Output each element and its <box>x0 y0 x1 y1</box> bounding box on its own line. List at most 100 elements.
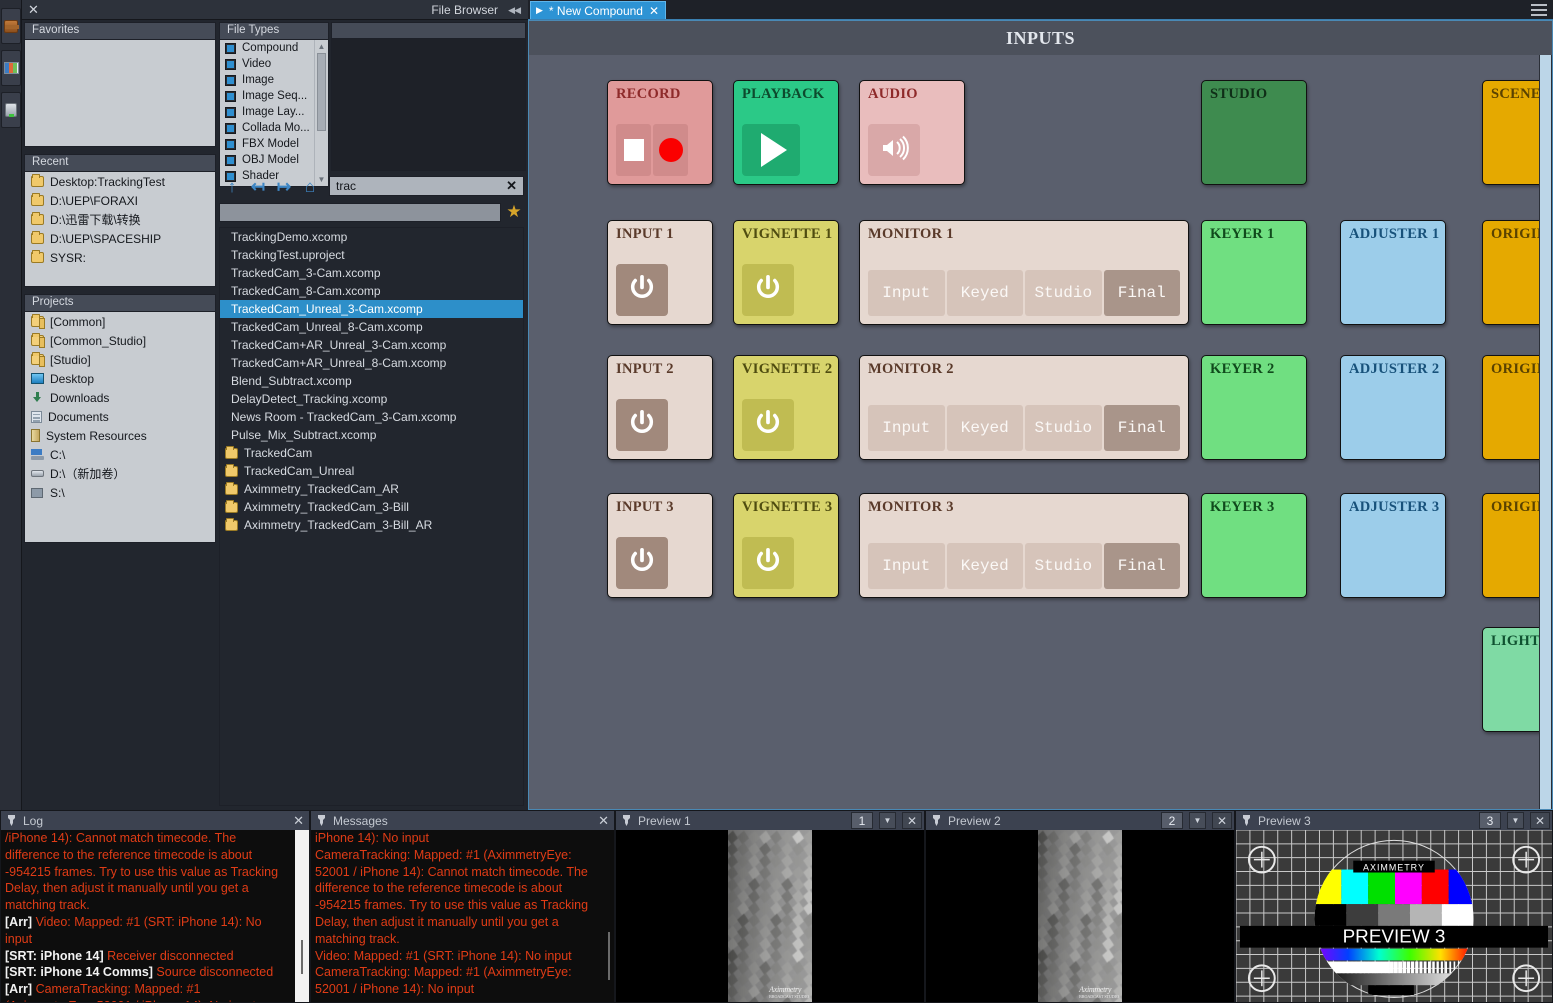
checkbox-icon[interactable] <box>225 122 236 134</box>
project-item[interactable]: Downloads <box>25 388 215 407</box>
file-row[interactable]: TrackedCam_Unreal_3-Cam.xcomp <box>220 300 523 318</box>
recent-item[interactable]: D:\迅雷下载\转换 <box>25 210 215 229</box>
file-type-item[interactable]: Image Seq... <box>220 88 314 104</box>
block-studio[interactable]: STUDIO <box>1201 80 1307 185</box>
block-audio[interactable]: AUDIO <box>859 80 965 185</box>
block-monitor3[interactable]: MONITOR 3 Input Keyed Studio Final <box>859 493 1189 598</box>
pin-icon[interactable] <box>316 814 327 827</box>
chevron-down-icon[interactable]: ▼ <box>879 812 896 829</box>
scroll-up-icon[interactable]: ▲ <box>315 40 328 53</box>
project-item[interactable]: D:\（新加卷） <box>25 464 215 483</box>
canvas-scrollbar[interactable] <box>1539 55 1552 809</box>
block-keyer3[interactable]: KEYER 3 <box>1201 493 1307 598</box>
file-type-item[interactable]: Video <box>220 56 314 72</box>
folder-row[interactable]: TrackedCam_Unreal <box>220 462 523 480</box>
file-row[interactable]: Pulse_Mix_Subtract.xcomp <box>220 426 523 444</box>
recent-item[interactable]: D:\UEP\SPACESHIP <box>25 229 215 248</box>
file-types-list[interactable]: Compound Video Image Image Seq... Image Lay.… <box>219 39 329 187</box>
checkbox-icon[interactable] <box>225 154 236 166</box>
scrollbar-thumb[interactable] <box>1540 55 1551 809</box>
file-type-item[interactable]: OBJ Model <box>220 152 314 168</box>
pin-icon[interactable] <box>931 814 942 827</box>
file-row[interactable]: Blend_Subtract.xcomp <box>220 372 523 390</box>
tab-new-compound[interactable]: ▶ * New Compound ✕ <box>530 1 667 19</box>
panels-icon-button[interactable] <box>1 50 21 86</box>
block-keyer1[interactable]: KEYER 1 <box>1201 220 1307 325</box>
checkbox-icon[interactable] <box>225 106 236 118</box>
recent-item[interactable]: D:\UEP\FORAXI <box>25 191 215 210</box>
checkbox-icon[interactable] <box>225 58 236 70</box>
file-type-item[interactable]: Compound <box>220 40 314 56</box>
power-button[interactable] <box>616 537 668 589</box>
checkbox-icon[interactable] <box>225 138 236 150</box>
monitor-button-studio[interactable]: Studio <box>1025 543 1102 589</box>
collapse-icon[interactable]: ◀◀ <box>508 5 521 16</box>
monitor-button-input[interactable]: Input <box>868 543 945 589</box>
power-button[interactable] <box>616 264 668 316</box>
monitor-button-keyed[interactable]: Keyed <box>946 405 1023 451</box>
block-vignette3[interactable]: VIGNETTE 3 <box>733 493 839 598</box>
favorite-path-input[interactable] <box>219 203 501 222</box>
power-button[interactable] <box>616 399 668 451</box>
close-icon[interactable]: ✕ <box>902 812 922 829</box>
close-icon[interactable]: ✕ <box>1530 812 1550 829</box>
chevron-down-icon[interactable]: ▼ <box>1189 812 1206 829</box>
file-type-item[interactable]: Collada Mo... <box>220 120 314 136</box>
scrollbar-thumb[interactable] <box>317 53 326 131</box>
block-input1[interactable]: INPUT 1 <box>607 220 713 325</box>
clear-icon[interactable]: ✕ <box>506 178 517 194</box>
preview-2-viewport[interactable]: Aximmetry BROADCAST STUDIO <box>926 830 1234 1002</box>
package-icon-button[interactable] <box>1 8 21 44</box>
monitor-button-studio[interactable]: Studio <box>1025 270 1102 316</box>
monitor-button-final[interactable]: Final <box>1103 543 1180 589</box>
file-list[interactable]: TrackingDemo.xcomp TrackingTest.uproject T… <box>219 227 524 806</box>
arrow-forward-icon[interactable]: ↦ <box>271 175 297 199</box>
audio-button[interactable] <box>868 124 920 176</box>
project-item[interactable]: [Common] <box>25 312 215 331</box>
monitor-button-keyed[interactable]: Keyed <box>946 270 1023 316</box>
close-icon[interactable]: ✕ <box>28 3 39 17</box>
search-input[interactable]: trac ✕ <box>329 176 524 196</box>
file-types-scrollbar[interactable]: ▲ ▼ <box>314 40 328 186</box>
arrow-up-icon[interactable]: ↑ <box>219 175 245 199</box>
block-input3[interactable]: INPUT 3 <box>607 493 713 598</box>
play-button[interactable] <box>742 124 800 176</box>
project-item[interactable]: System Resources <box>25 426 215 445</box>
preview-3-number[interactable]: 3 <box>1479 812 1501 829</box>
file-row[interactable]: TrackedCam_3-Cam.xcomp <box>220 264 523 282</box>
recent-item[interactable]: SYSR: <box>25 248 215 267</box>
power-button[interactable] <box>742 399 794 451</box>
pin-icon[interactable] <box>6 814 17 827</box>
file-row[interactable]: News Room - TrackedCam_3-Cam.xcomp <box>220 408 523 426</box>
pin-icon[interactable] <box>1241 814 1252 827</box>
close-icon[interactable]: ✕ <box>293 813 304 829</box>
power-button[interactable] <box>742 537 794 589</box>
checkbox-icon[interactable] <box>225 90 236 102</box>
inputs-canvas[interactable]: RECORD PLAYBACK AUDIO STUDIO SCENE INPUT 1 VIG… <box>529 55 1552 809</box>
file-row[interactable]: TrackedCam+AR_Unreal_8-Cam.xcomp <box>220 354 523 372</box>
checkbox-icon[interactable] <box>225 74 236 86</box>
file-type-item[interactable]: FBX Model <box>220 136 314 152</box>
project-item[interactable]: Documents <box>25 407 215 426</box>
stop-button[interactable] <box>616 124 651 176</box>
close-icon[interactable]: ✕ <box>649 4 659 18</box>
project-item[interactable]: C:\ <box>25 445 215 464</box>
file-row[interactable]: TrackedCam+AR_Unreal_3-Cam.xcomp <box>220 336 523 354</box>
block-vignette1[interactable]: VIGNETTE 1 <box>733 220 839 325</box>
project-item[interactable]: Desktop <box>25 369 215 388</box>
log-content[interactable]: /iPhone 14): Cannot match timecode. The … <box>1 830 309 1002</box>
block-playback[interactable]: PLAYBACK <box>733 80 839 185</box>
block-adjuster1[interactable]: ADJUSTER 1 <box>1340 220 1446 325</box>
block-monitor1[interactable]: MONITOR 1 Input Keyed Studio Final <box>859 220 1189 325</box>
messages-content[interactable]: iPhone 14): No input CameraTracking: Mapp… <box>311 830 614 1002</box>
checkbox-icon[interactable] <box>225 42 236 54</box>
record-button[interactable] <box>653 124 688 176</box>
preview-1-number[interactable]: 1 <box>851 812 873 829</box>
home-icon[interactable]: ⌂ <box>297 175 323 199</box>
file-row[interactable]: TrackedCam_Unreal_8-Cam.xcomp <box>220 318 523 336</box>
block-vignette2[interactable]: VIGNETTE 2 <box>733 355 839 460</box>
project-item[interactable]: [Common_Studio] <box>25 331 215 350</box>
recent-list[interactable]: Desktop:TrackingTest D:\UEP\FORAXI D:\迅雷下载… <box>24 171 216 287</box>
block-adjuster2[interactable]: ADJUSTER 2 <box>1340 355 1446 460</box>
folder-row[interactable]: Aximmetry_TrackedCam_AR <box>220 480 523 498</box>
